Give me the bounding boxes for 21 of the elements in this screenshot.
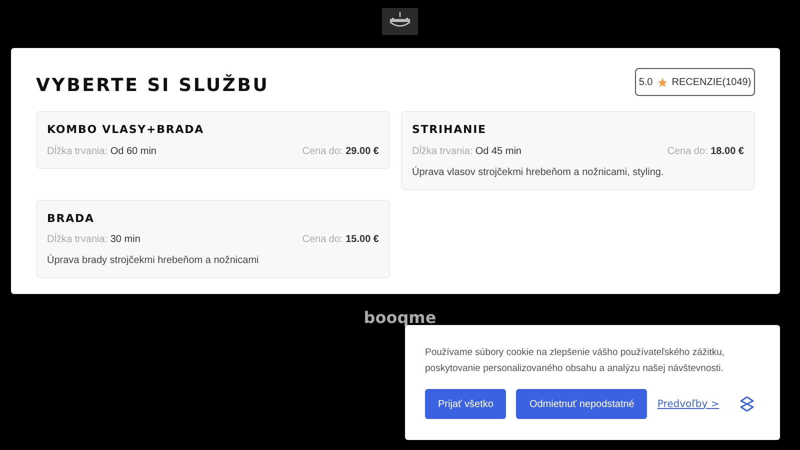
cookie-text: Používame súbory cookie na zlepšenie vášho používateľského zážitku, poskytovanie personalizovaného obsahu a analýzu našej návštevnosti. [425, 346, 726, 376]
price-text: Cena do: 15.00 € [302, 233, 379, 247]
service-name: STRIHANIE [412, 122, 488, 138]
service-name: BRADA [47, 210, 96, 226]
price-text: Cena do: 29.00 € [302, 144, 379, 158]
service-card[interactable]: STRIHANIE Dĺžka trvania: Od 45 min Cena do: 18.00 € Úprava vlasov strojčekmi hrebeňom a nožnicami, styling. [401, 111, 755, 190]
service-card[interactable]: BRADA Dĺžka trvania: 30 min Cena do: 15.00 € Úprava brady strojčekmi hrebeňom a nožnicami [36, 200, 390, 278]
price-text: Cena do: 18.00 € [667, 144, 744, 158]
cookie-button[interactable]: Prijať všetko [425, 389, 506, 419]
cookie-button[interactable]: Odmietnuť nepodstatné [516, 389, 648, 419]
duration-text: Dĺžka trvania: 30 min [47, 232, 140, 247]
service-description: Úprava brady strojčekmi hrebeňom a nožnicami [47, 253, 260, 268]
page-title: VYBERTE SI SLUŽBU [36, 73, 270, 98]
service-name: KOMBO VLASY+BRADA [47, 122, 206, 138]
brand-logo-text: booqme [364, 307, 436, 329]
preferences-link[interactable]: Predvoľby > [657, 396, 720, 412]
reviews-button[interactable]: 5.0 RECENZIE(1049) [635, 68, 755, 96]
service-card[interactable]: KOMBO VLASY+BRADA Dĺžka trvania: Od 60 min Cena do: 29.00 € [36, 111, 390, 168]
service-description: Úprava vlasov strojčekmi hrebeňom a nožnicami, styling. [412, 165, 665, 180]
duration-text: Dĺžka trvania: Od 60 min [47, 144, 156, 158]
duration-text: Dĺžka trvania: Od 45 min [412, 144, 522, 158]
